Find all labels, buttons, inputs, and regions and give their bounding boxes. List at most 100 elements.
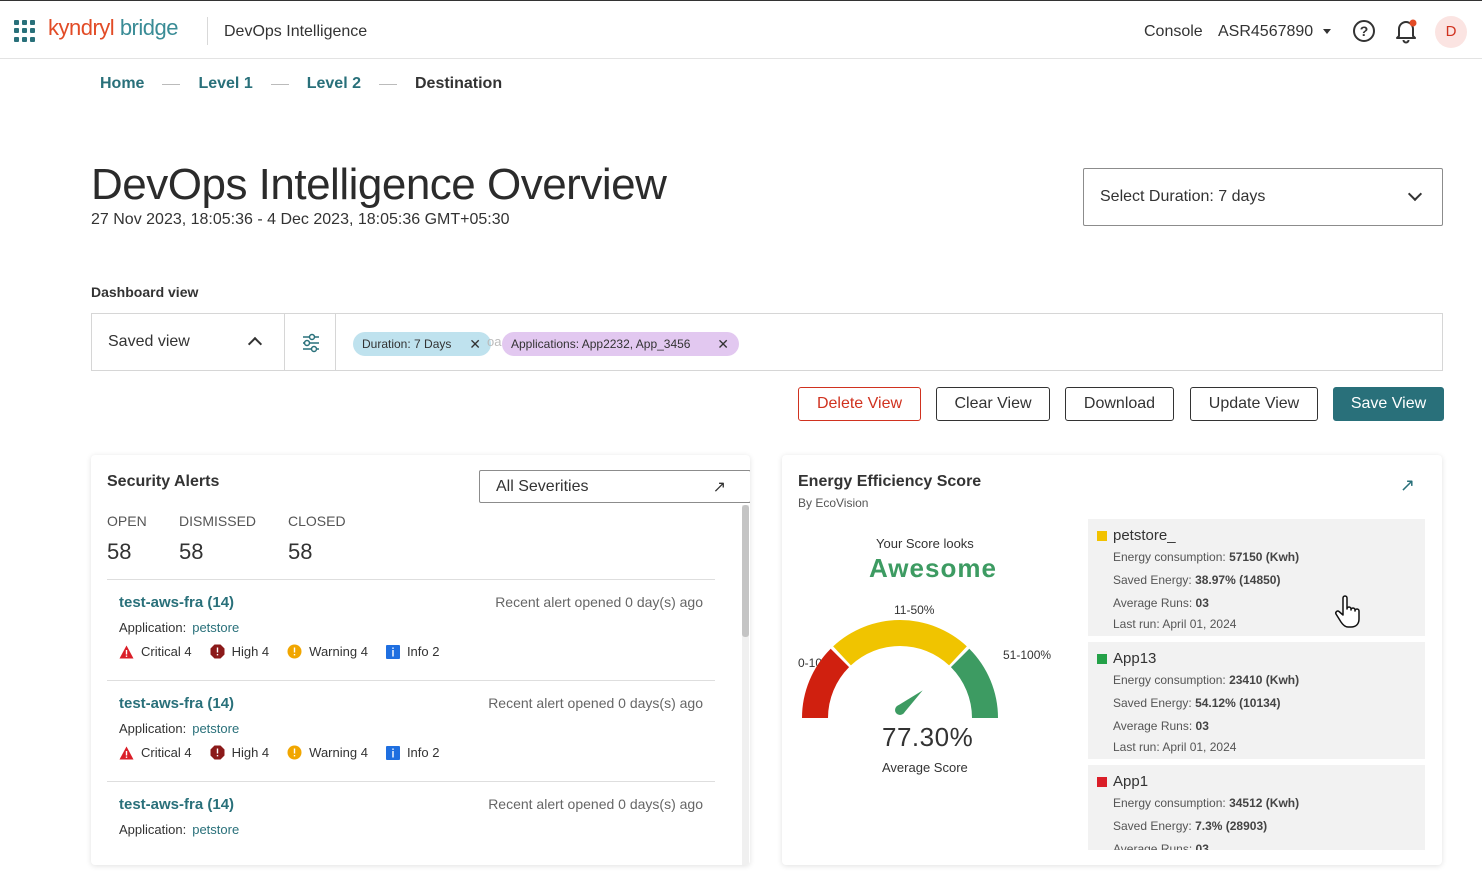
filter-chip-label: Duration: 7 Days xyxy=(362,337,452,351)
application-label: Application: xyxy=(119,620,187,635)
caret-down-icon[interactable] xyxy=(1323,29,1331,34)
filter-settings-button[interactable] xyxy=(285,314,336,370)
severity-critical-label: Critical 4 xyxy=(141,745,192,760)
energy-app-item[interactable]: petstore_ Energy consumption: 57150 (Kwh… xyxy=(1088,519,1425,636)
runs-label: Average Runs: xyxy=(1113,596,1193,610)
page-title: DevOps Intelligence Overview xyxy=(91,160,667,209)
energy-subtitle: By EcoVision xyxy=(798,496,869,510)
saved-view-select[interactable]: Saved view xyxy=(92,314,285,370)
close-icon[interactable]: ✕ xyxy=(469,332,481,356)
date-range: 27 Nov 2023, 18:05:36 - 4 Dec 2023, 18:0… xyxy=(91,211,510,228)
alert-name-link[interactable]: test-aws-fra (14) xyxy=(119,695,234,712)
gauge-arc-high xyxy=(950,648,998,718)
help-icon[interactable]: ? xyxy=(1353,20,1375,42)
chevron-up-icon xyxy=(247,336,263,352)
warning-circle-icon xyxy=(287,745,302,760)
application-label: Application: xyxy=(119,721,187,736)
average-runs: Average Runs: 03 xyxy=(1113,842,1209,850)
stat-value: 58 xyxy=(107,539,132,564)
expand-arrow-icon[interactable]: ↗ xyxy=(713,477,726,497)
expand-arrow-icon[interactable]: ↗ xyxy=(1400,475,1415,496)
severity-select[interactable]: All Severities ↗ xyxy=(479,470,750,503)
severity-info-label: Info 2 xyxy=(406,745,440,760)
severity-high-label: High 4 xyxy=(231,644,270,659)
saved-energy: Saved Energy: 54.12% (10134) xyxy=(1113,696,1280,710)
alert-row: test-aws-fra (14) Recent alert opened 0 … xyxy=(107,781,715,865)
consumption-label: Energy consumption: xyxy=(1113,796,1226,810)
close-icon[interactable]: ✕ xyxy=(717,332,729,356)
security-alerts-title: Security Alerts xyxy=(107,473,220,490)
energy-efficiency-card: Energy Efficiency Score By EcoVision ↗ Y… xyxy=(782,455,1442,865)
alerts-scrollbar[interactable] xyxy=(742,505,749,865)
alert-row: test-aws-fra (14) Recent alert opened 0 … xyxy=(107,579,715,680)
delete-view-button[interactable]: Delete View xyxy=(798,387,921,421)
app-name: App13 xyxy=(1113,650,1157,667)
severity-critical-label: Critical 4 xyxy=(141,644,192,659)
breadcrumb-level-2[interactable]: Level 2 xyxy=(307,75,361,93)
alert-recent-text: Recent alert opened 0 days(s) ago xyxy=(488,796,703,812)
energy-app-item[interactable]: App1 Energy consumption: 34512 (Kwh) Sav… xyxy=(1088,765,1425,850)
runs-value: 03 xyxy=(1195,719,1209,733)
consumption-label: Energy consumption: xyxy=(1113,550,1226,564)
runs-label: Average Runs: xyxy=(1113,719,1193,733)
severity-critical: Critical 4 xyxy=(119,644,192,659)
score-label: Your Score looks xyxy=(876,536,974,551)
gauge-caption: Average Score xyxy=(882,760,968,775)
consumption-value: 57150 (Kwh) xyxy=(1229,550,1300,564)
app-name: petstore_ xyxy=(1113,527,1176,544)
breadcrumb-home[interactable]: Home xyxy=(100,75,144,93)
severity-high-label: High 4 xyxy=(231,745,270,760)
duration-select[interactable]: Select Duration: 7 days xyxy=(1083,168,1443,226)
update-view-button[interactable]: Update View xyxy=(1190,387,1318,421)
saved-energy: Saved Energy: 7.3% (28903) xyxy=(1113,819,1267,833)
saved-view-label: Saved view xyxy=(108,333,190,350)
severity-critical: Critical 4 xyxy=(119,745,192,760)
energy-app-item[interactable]: App13 Energy consumption: 23410 (Kwh) Sa… xyxy=(1088,642,1425,759)
notification-bell-icon[interactable] xyxy=(1394,18,1418,44)
energy-consumption: Energy consumption: 34512 (Kwh) xyxy=(1113,796,1299,810)
download-button[interactable]: Download xyxy=(1065,387,1174,421)
filter-chip-applications[interactable]: Applications: App2232, App_3456 ✕ xyxy=(502,332,739,356)
stat-label: OPEN xyxy=(107,513,147,529)
account-selector[interactable]: ASR4567890 xyxy=(1218,23,1313,41)
alert-name-link[interactable]: test-aws-fra (14) xyxy=(119,796,234,813)
breadcrumb-destination: Destination xyxy=(414,75,503,92)
severity-warning: Warning 4 xyxy=(287,745,368,760)
energy-title: Energy Efficiency Score xyxy=(798,473,982,490)
app-name: App1 xyxy=(1113,773,1149,790)
alert-name-link[interactable]: test-aws-fra (14) xyxy=(119,594,234,611)
average-runs: Average Runs: 03 xyxy=(1113,596,1209,610)
last-run: Last run: April 01, 2024 xyxy=(1113,740,1237,754)
saved-label: Saved Energy: xyxy=(1113,819,1192,833)
clear-view-button[interactable]: Clear View xyxy=(936,387,1050,421)
runs-value: 03 xyxy=(1195,596,1209,610)
breadcrumb-separator xyxy=(270,83,289,85)
energy-app-list[interactable]: petstore_ Energy consumption: 57150 (Kwh… xyxy=(1088,519,1426,850)
alert-application: Application: petstore xyxy=(119,822,239,837)
user-avatar[interactable]: D xyxy=(1435,16,1467,48)
score-word: Awesome xyxy=(869,553,997,583)
filter-bar: Saved view Duration: 7 Days ✕ oa Applica… xyxy=(91,313,1443,371)
application-link[interactable]: petstore xyxy=(192,822,239,837)
warning-circle-icon xyxy=(287,644,302,659)
scrollbar-thumb[interactable] xyxy=(742,505,749,637)
filter-chip-duration[interactable]: Duration: 7 Days ✕ xyxy=(353,332,491,356)
top-bar: kyndryl bridge DevOps Intelligence Conso… xyxy=(0,0,1482,59)
product-name: DevOps Intelligence xyxy=(224,23,368,40)
application-label: Application: xyxy=(119,822,187,837)
app-switcher-icon[interactable] xyxy=(14,20,36,42)
application-link[interactable]: petstore xyxy=(192,721,239,736)
application-link[interactable]: petstore xyxy=(192,620,239,635)
severity-warning: Warning 4 xyxy=(287,644,368,659)
stat-value: 58 xyxy=(288,539,313,564)
gauge-percentage: 77.30% xyxy=(882,722,974,752)
console-link[interactable]: Console xyxy=(1144,23,1203,41)
last-run: Last run: April 01, 2024 xyxy=(1113,617,1237,631)
hand-cursor-icon xyxy=(1335,595,1360,628)
consumption-value: 34512 (Kwh) xyxy=(1229,796,1300,810)
gauge-arc-low xyxy=(802,648,850,718)
save-view-button[interactable]: Save View xyxy=(1333,387,1444,421)
brand-logo[interactable]: kyndryl bridge xyxy=(48,15,178,41)
breadcrumb-level-1[interactable]: Level 1 xyxy=(198,75,252,93)
duration-select-label: Select Duration: 7 days xyxy=(1100,188,1266,205)
